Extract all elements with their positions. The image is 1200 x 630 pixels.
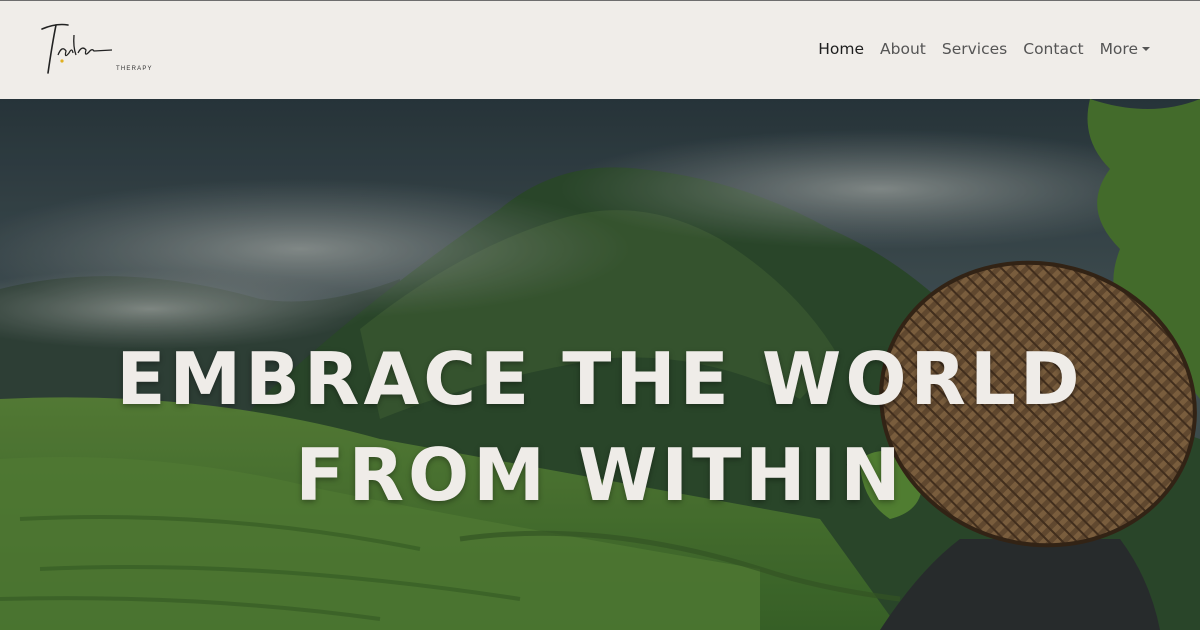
nav-home[interactable]: Home bbox=[818, 40, 864, 58]
nav-more-dropdown[interactable]: More bbox=[1100, 40, 1150, 58]
nav-contact[interactable]: Contact bbox=[1023, 40, 1083, 58]
navbar: THERAPY Home About Services Contact More bbox=[0, 0, 1200, 99]
nav-about[interactable]: About bbox=[880, 40, 926, 58]
main-nav: Home About Services Contact More bbox=[802, 37, 1150, 61]
nav-more-label: More bbox=[1099, 40, 1138, 58]
brand-logo[interactable]: THERAPY bbox=[36, 15, 152, 81]
hero-section: EMBRACE THE WORLD FROM WITHIN bbox=[0, 99, 1200, 630]
nav-services[interactable]: Services bbox=[942, 40, 1007, 58]
brand-subtitle: THERAPY bbox=[116, 66, 153, 72]
caret-down-icon bbox=[1142, 47, 1150, 51]
tala-signature-logo bbox=[41, 23, 113, 74]
hero-title: EMBRACE THE WORLD FROM WITHIN bbox=[116, 337, 1084, 517]
